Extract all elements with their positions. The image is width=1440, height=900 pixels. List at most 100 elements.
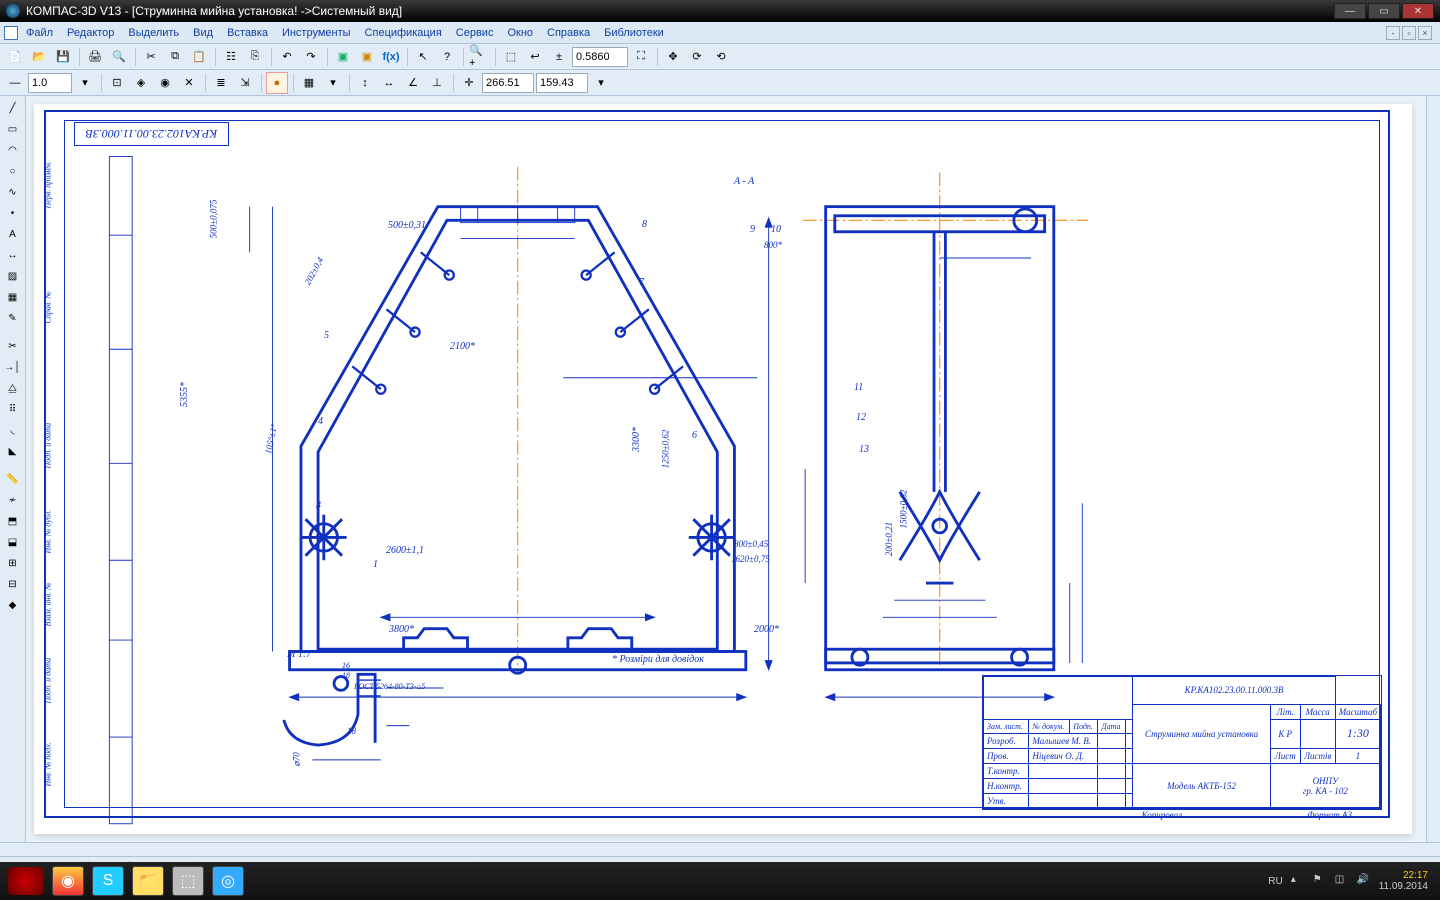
fillet-button[interactable]: ◟ [2,420,24,440]
geom-spline-button[interactable]: ∿ [2,182,24,202]
grid-button[interactable]: ▦ [298,72,320,94]
zoom-in-button[interactable]: 🔍+ [468,46,490,68]
menu-window[interactable]: Окно [501,25,539,41]
taskbar-explorer-icon[interactable]: 📁 [132,866,164,896]
dim-h-button[interactable]: ↔ [378,72,400,94]
menu-libraries[interactable]: Библиотеки [598,25,670,41]
cut-button[interactable]: ✂ [140,46,162,68]
zoom-fit-button[interactable]: ⛶ [630,46,652,68]
menu-view[interactable]: Вид [187,25,219,41]
layer-button[interactable]: ≣ [210,72,232,94]
coord-dd-button[interactable]: ▾ [590,72,612,94]
snap-cen-button[interactable]: ◉ [154,72,176,94]
dim-v-button[interactable]: ↕ [354,72,376,94]
measure-button[interactable]: 📏 [2,469,24,489]
tool-a-button[interactable]: ⬒ [2,511,24,531]
snap-mid-button[interactable]: ◈ [130,72,152,94]
menu-insert[interactable]: Вставка [221,25,274,41]
copy-props-button[interactable]: ⎘ [244,46,266,68]
geom-rect-button[interactable]: ▭ [2,119,24,139]
line-style-button[interactable]: — [4,72,26,94]
explode-button[interactable]: ⇲ [234,72,256,94]
menu-service[interactable]: Сервис [450,25,500,41]
menu-file[interactable]: Файл [20,25,59,41]
tool-e-button[interactable]: ◆ [2,595,24,615]
dim-perp-button[interactable]: ⊥ [426,72,448,94]
tray-lang[interactable]: RU [1268,876,1282,887]
fx-button[interactable]: f(x) [380,46,402,68]
tool-c-button[interactable]: ⊞ [2,553,24,573]
geom-point-button[interactable]: • [2,203,24,223]
taskbar-kompas-icon[interactable]: ◎ [212,866,244,896]
dim-ang-button[interactable]: ∠ [402,72,424,94]
geom-circle-button[interactable]: ○ [2,161,24,181]
close-button[interactable]: ✕ [1402,3,1434,19]
coord-button[interactable]: ✛ [458,72,480,94]
geom-text-button[interactable]: A [2,224,24,244]
tool-d-button[interactable]: ⊟ [2,574,24,594]
zoom-scale-button[interactable]: ± [548,46,570,68]
grid-dd-button[interactable]: ▾ [322,72,344,94]
zoom-input[interactable] [572,47,628,67]
menu-tools[interactable]: Инструменты [276,25,357,41]
taskbar-skype-icon[interactable]: S [92,866,124,896]
start-button[interactable] [8,867,44,895]
save-button[interactable]: 💾 [52,46,74,68]
hatch-button[interactable]: ▨ [2,266,24,286]
cursor-button[interactable]: ↖ [412,46,434,68]
geom-arc-button[interactable]: ◠ [2,140,24,160]
pick1-button[interactable]: ▣ [332,46,354,68]
redo-button[interactable]: ↷ [300,46,322,68]
preview-button[interactable]: 🔍 [108,46,130,68]
help-button[interactable]: ? [436,46,458,68]
pan-button[interactable]: ✥ [662,46,684,68]
dropdown-icon[interactable]: ▾ [74,72,96,94]
tray-show-hidden-icon[interactable]: ▴ [1291,874,1305,888]
menu-spec[interactable]: Спецификация [359,25,448,41]
menu-select[interactable]: Выделить [122,25,185,41]
table-button[interactable]: ▦ [2,287,24,307]
tool-b-button[interactable]: ⬓ [2,532,24,552]
coord-x-input[interactable] [482,73,534,93]
minimize-button[interactable]: — [1334,3,1366,19]
chamfer-button[interactable]: ◣ [2,441,24,461]
trim-button[interactable]: ✂ [2,336,24,356]
edit-button[interactable]: ✎ [2,308,24,328]
snap-int-button[interactable]: ✕ [178,72,200,94]
properties-button[interactable]: ☷ [220,46,242,68]
taskbar-chrome-icon[interactable]: ◉ [52,866,84,896]
snap-end-button[interactable]: ⊡ [106,72,128,94]
horizontal-scrollbar[interactable] [0,842,1440,856]
maximize-button[interactable]: ▭ [1368,3,1400,19]
zoom-prev-button[interactable]: ↩ [524,46,546,68]
tray-network-icon[interactable]: ◫ [1335,874,1349,888]
tray-volume-icon[interactable]: 🔊 [1357,874,1371,888]
zoom-window-button[interactable]: ⬚ [500,46,522,68]
geom-line-button[interactable]: ╱ [2,98,24,118]
vertical-scrollbar[interactable] [1426,96,1440,842]
linewidth-input[interactable] [28,73,72,93]
pick2-button[interactable]: ▣ [356,46,378,68]
paste-button[interactable]: 📋 [188,46,210,68]
coord-y-input[interactable] [536,73,588,93]
open-button[interactable]: 📂 [28,46,50,68]
mdi-close-button[interactable]: × [1418,26,1432,40]
drawing-canvas[interactable]: КР.КА102.23.00.11.000.ЗВ [34,104,1412,834]
rotate-button[interactable]: ⟳ [686,46,708,68]
print-button[interactable]: 🖨 [84,46,106,68]
taskbar-app-icon[interactable]: ⬚ [172,866,204,896]
ortho-button[interactable]: ● [266,72,288,94]
menu-help[interactable]: Справка [541,25,596,41]
tray-clock[interactable]: 22:17 11.09.2014 [1379,870,1432,892]
mdi-restore-button[interactable]: ▫ [1402,26,1416,40]
menu-editor[interactable]: Редактор [61,25,120,41]
dim-button[interactable]: ↔ [2,245,24,265]
undo-button[interactable]: ↶ [276,46,298,68]
new-button[interactable]: 📄 [4,46,26,68]
tray-flag-icon[interactable]: ⚑ [1313,874,1327,888]
break-button[interactable]: ≁ [2,490,24,510]
copy-button[interactable]: ⧉ [164,46,186,68]
array-button[interactable]: ⠿ [2,399,24,419]
refresh-button[interactable]: ⟲ [710,46,732,68]
mdi-minimize-button[interactable]: - [1386,26,1400,40]
